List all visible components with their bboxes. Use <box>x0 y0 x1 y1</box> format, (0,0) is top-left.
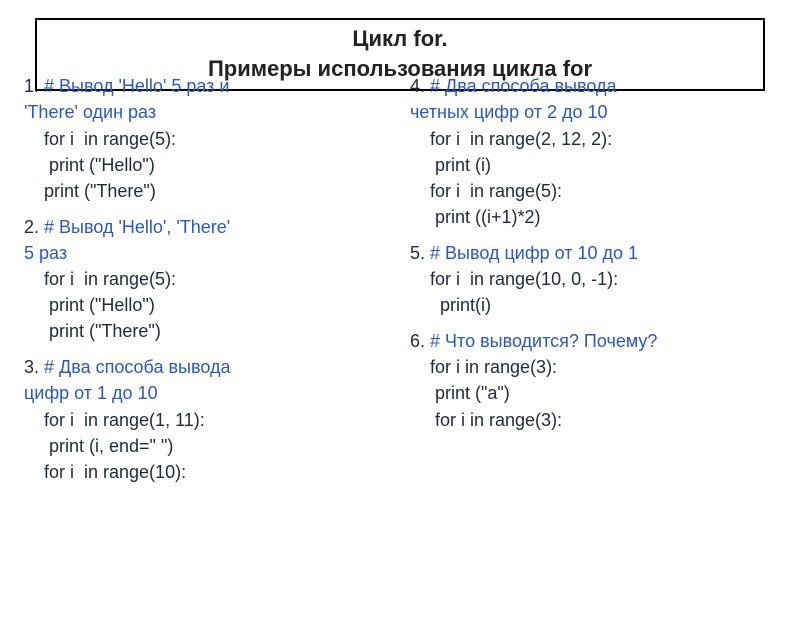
comment-line: # Вывод 'Hello' 5 раз и <box>44 76 229 96</box>
right-column: 4. # Два способа вывода четных цифр от 2… <box>404 67 790 494</box>
comment-line: четных цифр от 2 до 10 <box>410 102 608 122</box>
example-number: 6. <box>410 331 430 351</box>
example-6: 6. # Что выводится? Почему? for i in ran… <box>410 328 784 432</box>
comment-line: # Вывод 'Hello', 'There' <box>44 217 230 237</box>
comment-line: # Два способа вывода <box>44 357 230 377</box>
code-block: for i in range(5): print ("Hello") print… <box>24 126 398 204</box>
comment-line: # Два способа вывода <box>430 76 616 96</box>
left-column: 1. # Вывод 'Hello' 5 раз и 'There' один … <box>18 67 404 494</box>
comment-line: 'There' один раз <box>24 102 156 122</box>
code-block: for i in range(5): print ("Hello") print… <box>24 266 398 344</box>
comment-line: 5 раз <box>24 243 67 263</box>
example-2: 2. # Вывод 'Hello', 'There' 5 раз for i … <box>24 214 398 344</box>
example-number: 5. <box>410 243 430 263</box>
example-number: 1. <box>24 76 44 96</box>
example-number: 4. <box>410 76 430 96</box>
example-5: 5. # Вывод цифр от 10 до 1 for i in rang… <box>410 240 784 318</box>
title-line-1: Цикл for. <box>47 24 753 54</box>
columns: 1. # Вывод 'Hello' 5 раз и 'There' один … <box>0 67 800 494</box>
comment-line: цифр от 1 до 10 <box>24 383 158 403</box>
code-block: for i in range(3): print ("a") for i in … <box>410 354 784 432</box>
code-block: for i in range(10, 0, -1): print(i) <box>410 266 784 318</box>
example-3: 3. # Два способа вывода цифр от 1 до 10 … <box>24 354 398 484</box>
example-number: 3. <box>24 357 44 377</box>
example-1: 1. # Вывод 'Hello' 5 раз и 'There' один … <box>24 73 398 203</box>
example-number: 2. <box>24 217 44 237</box>
comment-line: # Вывод цифр от 10 до 1 <box>430 243 638 263</box>
code-block: for i in range(1, 11): print (i, end=" "… <box>24 407 398 485</box>
comment-line: # Что выводится? Почему? <box>430 331 657 351</box>
code-block: for i in range(2, 12, 2): print (i) for … <box>410 126 784 230</box>
example-4: 4. # Два способа вывода четных цифр от 2… <box>410 73 784 230</box>
